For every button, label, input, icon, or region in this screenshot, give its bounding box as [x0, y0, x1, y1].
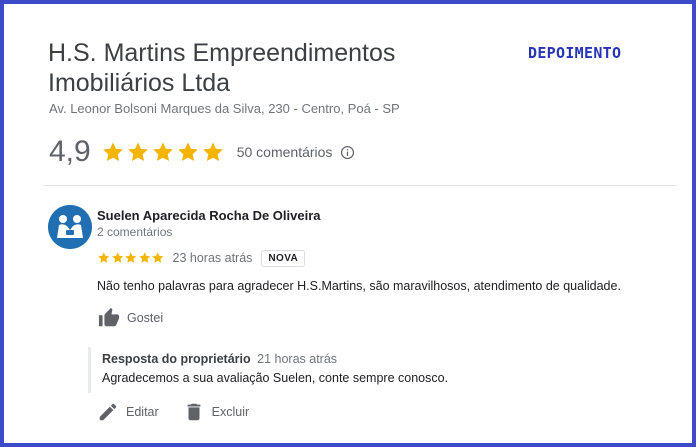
rating-stars [101, 140, 225, 164]
review-time: 23 horas atrás [172, 251, 253, 265]
star-icon [202, 142, 223, 161]
delete-button[interactable]: Excluir [183, 401, 250, 423]
business-address: Av. Leonor Bolsoni Marques da Silva, 230… [49, 101, 400, 116]
reply-text: Agradecemos a sua avaliação Suelen, cont… [102, 371, 449, 385]
divider [44, 185, 676, 186]
star-icon [138, 252, 150, 264]
pencil-icon [99, 403, 117, 421]
corner-label: DEPOIMENTO [528, 44, 622, 62]
thumbs-up-icon [98, 307, 120, 327]
star-icon [102, 142, 123, 161]
info-icon[interactable] [340, 145, 355, 160]
review-card-frame: H.S. Martins Empreendimentos Imobiliário… [0, 0, 696, 447]
owner-reply: Resposta do proprietário 21 horas atrás … [88, 347, 648, 393]
star-icon [152, 252, 164, 264]
edit-label: Editar [126, 405, 159, 419]
new-badge: NOVA [261, 249, 306, 267]
avatar[interactable] [48, 205, 92, 249]
star-icon [152, 142, 173, 161]
star-icon [98, 252, 110, 264]
star-icon [177, 142, 198, 161]
rating-value: 4,9 [49, 135, 91, 168]
edit-button[interactable]: Editar [97, 401, 159, 423]
business-name: H.S. Martins Empreendimentos Imobiliário… [48, 39, 396, 97]
review-stars [97, 251, 165, 265]
star-icon [125, 252, 137, 264]
star-icon [111, 252, 123, 264]
trash-icon [187, 403, 201, 421]
review-meta-row: 23 horas atrás NOVA [97, 248, 306, 268]
reviewer-name[interactable]: Suelen Aparecida Rocha De Oliveira [97, 208, 321, 223]
rating-summary: 4,9 50 comentários [49, 134, 355, 170]
star-icon [127, 142, 148, 161]
comments-count[interactable]: 50 comentários [237, 144, 333, 160]
reply-owner-label: Resposta do proprietário [102, 352, 251, 366]
reply-actions: Editar Excluir [97, 401, 273, 423]
reply-time: 21 horas atrás [257, 352, 338, 366]
delete-label: Excluir [211, 405, 250, 419]
like-button[interactable]: Gostei [97, 307, 163, 329]
like-label: Gostei [127, 311, 164, 325]
reviewer-meta: 2 comentários [97, 225, 173, 239]
review-text: Não tenho palavras para agradecer H.S.Ma… [97, 279, 621, 293]
